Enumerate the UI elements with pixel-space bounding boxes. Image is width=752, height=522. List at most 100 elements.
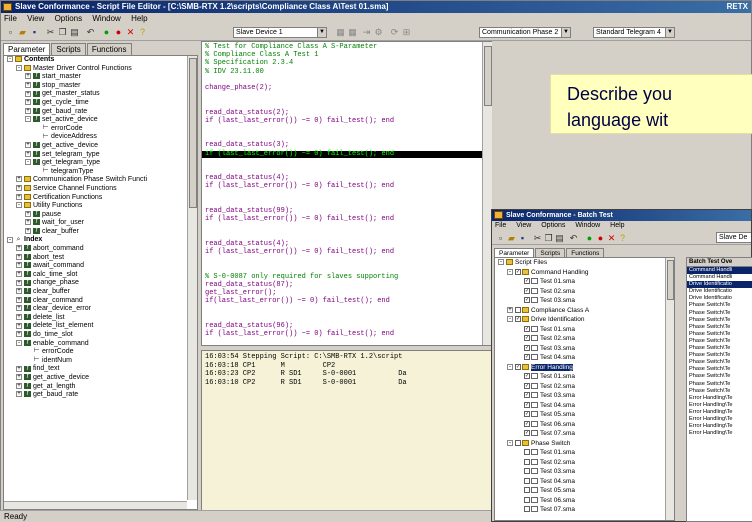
- tree-item[interactable]: + Service Channel Functions: [4, 185, 197, 194]
- overview-row[interactable]: Phase Switch\Te: [687, 359, 752, 366]
- overview-row[interactable]: Error Handling\Te: [687, 423, 752, 430]
- tree-item[interactable]: + f do_time_slot: [4, 331, 197, 340]
- overview-row[interactable]: Error Handling\Te: [687, 402, 752, 409]
- tab-parameter[interactable]: Parameter: [3, 43, 51, 55]
- batch-copy-icon[interactable]: ❐: [543, 233, 554, 244]
- tree-item[interactable]: + f get_at_length: [4, 383, 197, 392]
- collapse-icon[interactable]: -: [7, 236, 13, 243]
- collapse-icon[interactable]: -: [507, 316, 513, 323]
- function-tree[interactable]: - Contents - Master Driver Control Function…: [3, 55, 198, 510]
- expand-icon[interactable]: +: [16, 245, 22, 252]
- expand-icon[interactable]: +: [16, 279, 22, 286]
- checkbox[interactable]: [524, 496, 530, 503]
- batch-tree-scrollbar[interactable]: [665, 258, 674, 520]
- batch-save-icon[interactable]: ▪: [517, 233, 528, 244]
- expand-icon[interactable]: +: [16, 313, 22, 320]
- phase-combo[interactable]: Communication Phase 2 ▼: [479, 27, 571, 38]
- checkbox[interactable]: [524, 458, 530, 465]
- batch-menu-options[interactable]: Options: [541, 222, 565, 229]
- script-file-item[interactable]: Test 04.sma: [495, 477, 674, 487]
- batch-help-icon[interactable]: ?: [617, 233, 628, 244]
- batch-run-icon[interactable]: ●: [584, 233, 595, 244]
- checkbox[interactable]: ✓: [524, 382, 530, 389]
- tree-item[interactable]: + f calc_time_slot: [4, 271, 197, 280]
- collapse-icon[interactable]: -: [507, 268, 513, 275]
- script-folder-item[interactable]: - ✓ Error Handling: [495, 363, 674, 373]
- tree-item[interactable]: + f await_command: [4, 262, 197, 271]
- tab-functions[interactable]: Functions: [86, 43, 132, 55]
- overview-row[interactable]: Phase Switch\Te: [687, 381, 752, 388]
- overview-row[interactable]: Drive Identificatio: [687, 288, 752, 295]
- batch-new-icon[interactable]: ▫: [495, 233, 506, 244]
- code-line[interactable]: % IDV 23.11.00: [205, 68, 264, 77]
- script-file-item[interactable]: Test 01.sma: [495, 448, 674, 458]
- checkbox[interactable]: ✓: [524, 430, 530, 437]
- checkbox[interactable]: ✓: [524, 401, 530, 408]
- expand-icon[interactable]: +: [16, 296, 22, 303]
- menu-window[interactable]: Window: [92, 14, 120, 23]
- tree-item[interactable]: + f get_active_device: [4, 142, 197, 151]
- batch-device-combo[interactable]: Slave De: [716, 232, 751, 243]
- expand-icon[interactable]: +: [25, 99, 31, 106]
- overview-row[interactable]: Phase Switch\Te: [687, 388, 752, 395]
- code-line[interactable]: read_data_status(3);: [205, 142, 289, 150]
- refresh-icon[interactable]: ⟳: [389, 27, 400, 38]
- tree-item[interactable]: ⊢ deviceAddress: [4, 133, 197, 142]
- tree-item[interactable]: + f clear_device_error: [4, 305, 197, 314]
- batch-menu-view[interactable]: View: [516, 222, 531, 229]
- script-folder-item[interactable]: - ✓ Command Handling: [495, 268, 674, 278]
- expand-icon[interactable]: +: [16, 365, 22, 372]
- overview-row[interactable]: Phase Switch\Te: [687, 366, 752, 373]
- script-editor[interactable]: % Test for Compliance Class A S-Paramete…: [201, 41, 492, 346]
- expand-icon[interactable]: +: [16, 374, 22, 381]
- code-line[interactable]: % S-0-0087 only required for slaves supp…: [205, 273, 398, 282]
- menu-options[interactable]: Options: [55, 14, 83, 23]
- tree-item[interactable]: + f change_phase: [4, 279, 197, 288]
- settings-icon[interactable]: ⚙: [373, 27, 384, 38]
- copy-icon[interactable]: ❐: [57, 27, 68, 38]
- batch-tree-scroll-thumb[interactable]: [667, 260, 674, 300]
- script-file-item[interactable]: Test 03.sma: [495, 467, 674, 477]
- checkbox[interactable]: ✓: [515, 268, 521, 275]
- expand-icon[interactable]: +: [25, 81, 31, 88]
- script-file-item[interactable]: ✓ Test 04.sma: [495, 401, 674, 411]
- expand-icon[interactable]: +: [25, 90, 31, 97]
- tree-item[interactable]: ⊢ errorCode: [4, 124, 197, 134]
- expand-icon[interactable]: +: [16, 305, 22, 312]
- collapse-icon[interactable]: -: [16, 202, 22, 209]
- expand-icon[interactable]: +: [16, 185, 22, 192]
- code-line[interactable]: if (last_last_error()) ~= 0) fail_test()…: [205, 330, 394, 339]
- tree-item[interactable]: + f abort_test: [4, 254, 197, 263]
- checkbox[interactable]: [515, 306, 521, 313]
- checkbox[interactable]: ✓: [515, 316, 521, 323]
- script-file-item[interactable]: ✓ Test 07.sma: [495, 429, 674, 439]
- batch-title-bar[interactable]: Slave Conformance - Batch Test: [492, 210, 751, 221]
- script-file-item[interactable]: Test 07.sma: [495, 505, 674, 515]
- paste-icon[interactable]: ▤: [69, 27, 80, 38]
- checkbox[interactable]: [515, 439, 521, 446]
- tree-item[interactable]: + f get_baud_rate: [4, 391, 197, 400]
- tree-item[interactable]: ⊢ identNum: [4, 356, 197, 366]
- checkbox[interactable]: ✓: [524, 297, 530, 304]
- open-folder-icon[interactable]: ▰: [17, 27, 28, 38]
- checkbox[interactable]: ✓: [524, 335, 530, 342]
- expand-icon[interactable]: +: [16, 331, 22, 338]
- tree-item[interactable]: + f stop_master: [4, 82, 197, 91]
- script-folder-item[interactable]: - Script Files: [495, 258, 674, 268]
- overview-row[interactable]: Error Handling\Te: [687, 430, 752, 437]
- collapse-icon[interactable]: -: [498, 259, 504, 266]
- grid-icon[interactable]: ▦: [347, 27, 358, 38]
- collapse-icon[interactable]: -: [7, 56, 13, 63]
- tree-item[interactable]: - f get_telegram_type: [4, 159, 197, 168]
- script-file-item[interactable]: ✓ Test 01.sma: [495, 277, 674, 287]
- script-file-item[interactable]: ✓ Test 05.sma: [495, 410, 674, 420]
- run-icon[interactable]: ●: [101, 27, 112, 38]
- expand-icon[interactable]: +: [25, 219, 31, 226]
- filter-icon[interactable]: ⊞: [401, 27, 412, 38]
- tree-item[interactable]: ⊢ telegramType: [4, 167, 197, 177]
- checkbox[interactable]: ✓: [524, 287, 530, 294]
- stop-icon[interactable]: ●: [113, 27, 124, 38]
- tree-item[interactable]: + f abort_command: [4, 245, 197, 254]
- tree-item[interactable]: + f delete_list_element: [4, 322, 197, 331]
- checkbox[interactable]: [524, 487, 530, 494]
